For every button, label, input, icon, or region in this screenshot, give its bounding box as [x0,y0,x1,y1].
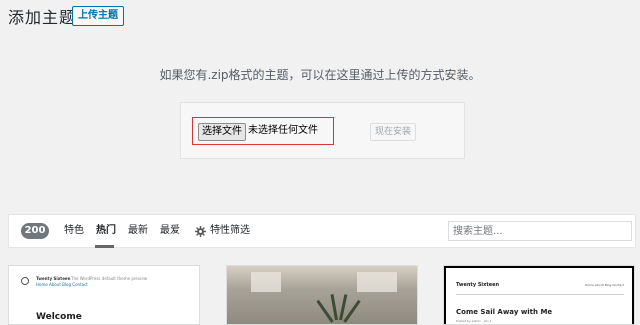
preview-site-title: Twenty Sixteen [456,282,500,288]
upload-theme-button[interactable]: 上传主题 [72,6,124,26]
current-tab-indicator [95,245,114,248]
preview-heading: Come Sail Away with Me [456,308,553,316]
search-themes-input[interactable] [448,221,632,241]
tab-featured[interactable]: 特色 [64,224,84,238]
preview-nav: Home About Blog Contact [36,282,88,287]
tab-popular[interactable]: 热门 [96,224,116,238]
upload-instructions: 如果您有.zip格式的主题，可以在这里通过上传的方式安装。 [159,68,481,82]
preview-divider [456,294,624,295]
install-now-button[interactable]: 现在安装 [370,123,417,141]
page-title: 添加主题 [8,8,77,27]
theme-card[interactable]: Twenty Sixteen The WordPress default the… [8,265,200,325]
gear-icon[interactable] [195,226,206,237]
theme-card[interactable]: Twenty Sixteen Home About Blog Contact C… [443,265,635,325]
theme-card[interactable] [226,265,418,325]
feature-filter-link[interactable]: 特性筛选 [210,224,250,238]
preview-site-title: Twenty Sixteen [36,276,71,281]
preview-meta: Posted by admin · Jan 1 [456,319,492,323]
blurred-window-shape [357,272,397,292]
choose-file-button[interactable]: 选择文件 [198,123,246,141]
preview-tagline: The WordPress default theme preview [71,276,148,281]
tab-latest[interactable]: 最新 [128,224,148,238]
blurred-window-shape [251,272,281,292]
theme-count-badge: 200 [21,223,49,239]
theme-screenshot-image: Twenty Sixteen Home About Blog Contact C… [446,268,632,324]
preview-nav: Home About Blog Contact [585,283,624,287]
wordpress-logo-icon [21,277,29,285]
no-file-chosen-text: 未选择任何文件 [248,125,318,136]
tab-favorites[interactable]: 最爱 [160,224,180,238]
